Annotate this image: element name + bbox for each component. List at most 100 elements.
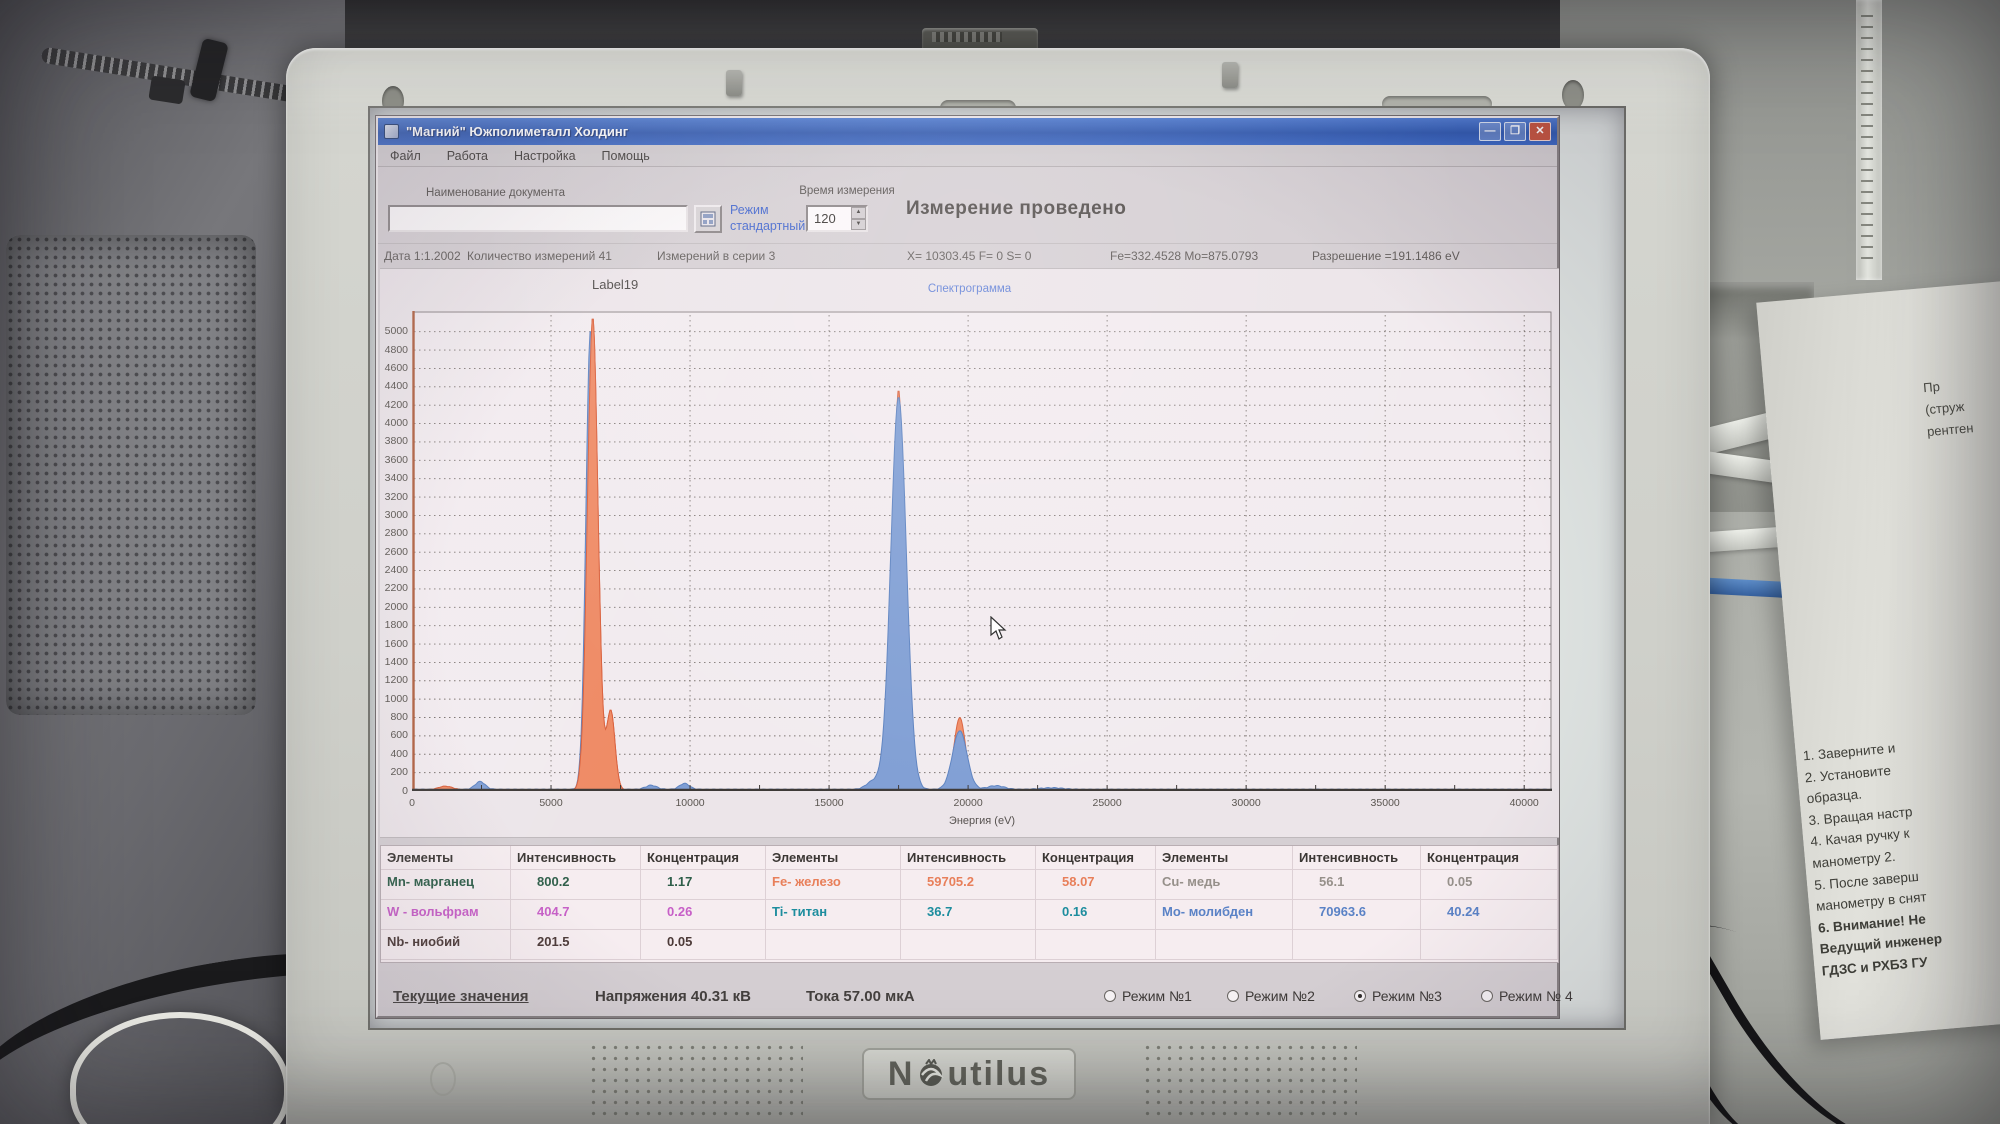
title-bar[interactable]: "Магний" Южполиметалл Холдинг — ❐ ✕ xyxy=(378,118,1557,145)
table-cell-intensity xyxy=(901,930,1036,960)
table-cell-intensity: 70963.6 xyxy=(1293,900,1421,930)
table-cell-el: Nb- ниобий xyxy=(381,930,511,960)
mode-radio-2[interactable]: Режим №2 xyxy=(1227,988,1315,1004)
document-name-input[interactable] xyxy=(388,205,688,232)
mode-button[interactable] xyxy=(694,205,722,233)
radio-icon[interactable] xyxy=(1481,990,1493,1002)
table-header: Концентрация xyxy=(1421,846,1558,870)
table-header: Концентрация xyxy=(641,846,766,870)
x-tick-label: 0 xyxy=(382,797,442,809)
photo-scene: Пр(стружрентген 1. Заверните и2. Установ… xyxy=(0,0,2000,1124)
y-tick-label: 1000 xyxy=(380,693,408,705)
zipper-slider xyxy=(148,75,185,104)
mode-radio-label: Режим №3 xyxy=(1372,988,1442,1004)
table-cell-conc: 58.07 xyxy=(1036,870,1156,900)
status-bar: Текущие значения Напряжения 40.31 кВ Ток… xyxy=(378,980,1557,1014)
lid-latch xyxy=(1222,62,1238,88)
mode-radio-4[interactable]: Режим № 4 xyxy=(1481,988,1573,1004)
table-cell-conc: 40.24 xyxy=(1421,900,1558,930)
radio-icon[interactable] xyxy=(1227,990,1239,1002)
y-tick-label: 2200 xyxy=(380,582,408,594)
measure-time-value: 120 xyxy=(808,207,851,230)
y-tick-label: 4200 xyxy=(380,399,408,411)
mode-radio-label: Режим № 4 xyxy=(1499,988,1573,1004)
sheet-fragment-text: Пр(стружрентген xyxy=(1922,367,2000,443)
menu-item-1[interactable]: Работа xyxy=(447,149,488,163)
y-tick-label: 4800 xyxy=(380,344,408,356)
app-window: "Магний" Южполиметалл Холдинг — ❐ ✕ Файл… xyxy=(376,116,1559,1018)
table-cell-el xyxy=(766,930,901,960)
y-tick-label: 2400 xyxy=(380,564,408,576)
y-tick-label: 200 xyxy=(380,766,408,778)
menu-item-2[interactable]: Настройка xyxy=(514,149,576,163)
table-header: Концентрация xyxy=(1036,846,1156,870)
y-tick-label: 3600 xyxy=(380,454,408,466)
mode-standard-label: Режим стандартный xyxy=(730,203,805,234)
close-button[interactable]: ✕ xyxy=(1529,122,1551,141)
y-tick-label: 1400 xyxy=(380,656,408,668)
table-header: Элементы xyxy=(766,846,901,870)
mode-radio-3[interactable]: Режим №3 xyxy=(1354,988,1442,1004)
table-cell-conc: 1.17 xyxy=(641,870,766,900)
x-tick-label: 10000 xyxy=(660,797,720,809)
info-item: X= 10303.45 F= 0 S= 0 xyxy=(907,249,1031,263)
mode-radio-label: Режим №1 xyxy=(1122,988,1192,1004)
spectrum-red-fe-region xyxy=(412,319,1552,791)
y-tick-label: 3800 xyxy=(380,435,408,447)
y-tick-label: 1200 xyxy=(380,674,408,686)
spin-down-icon[interactable]: ▼ xyxy=(851,219,866,231)
table-cell-intensity: 800.2 xyxy=(511,870,641,900)
y-tick-label: 3400 xyxy=(380,472,408,484)
y-tick-label: 4400 xyxy=(380,380,408,392)
info-item: Количество измерений 41 xyxy=(467,249,612,263)
y-tick-label: 2800 xyxy=(380,527,408,539)
minimize-button[interactable]: — xyxy=(1479,122,1501,141)
table-cell-el: W - вольфрам xyxy=(381,900,511,930)
table-cell-intensity: 404.7 xyxy=(511,900,641,930)
voltage-value: Напряжения 40.31 кВ xyxy=(595,988,751,1005)
y-tick-label: 400 xyxy=(380,748,408,760)
measurement-status-text: Измерение проведено xyxy=(906,198,1126,220)
bag-mesh-pocket xyxy=(6,235,256,715)
toolbar: Наименование документа Режим стандартный… xyxy=(378,167,1557,243)
x-tick-label: 15000 xyxy=(799,797,859,809)
y-tick-label: 3200 xyxy=(380,491,408,503)
spectrogram-plot[interactable] xyxy=(412,311,1552,791)
y-tick-label: 1600 xyxy=(380,638,408,650)
table-header: Элементы xyxy=(1156,846,1293,870)
info-item: Fe=332.4528 Mo=875.0793 xyxy=(1110,249,1258,263)
current-values-label: Текущие значения xyxy=(393,988,529,1005)
table-cell-conc: 0.16 xyxy=(1036,900,1156,930)
y-tick-label: 800 xyxy=(380,711,408,723)
table-cell-conc xyxy=(1421,930,1558,960)
table-cell-el: Ti- титан xyxy=(766,900,901,930)
y-tick-label: 3000 xyxy=(380,509,408,521)
table-header: Интенсивность xyxy=(901,846,1036,870)
measure-time-stepper[interactable]: 120 ▲ ▼ xyxy=(806,205,868,232)
info-item: Дата 1:1.2002 xyxy=(384,249,461,263)
mode-radio-label: Режим №2 xyxy=(1245,988,1315,1004)
nautilus-logo-icon xyxy=(916,1059,946,1089)
table-cell-el xyxy=(1156,930,1293,960)
spin-up-icon[interactable]: ▲ xyxy=(851,207,866,219)
y-tick-label: 600 xyxy=(380,729,408,741)
restore-button[interactable]: ❐ xyxy=(1504,122,1526,141)
table-header: Интенсивность xyxy=(511,846,641,870)
radio-icon[interactable] xyxy=(1354,990,1366,1002)
speaker-grille-right xyxy=(1142,1042,1357,1122)
table-cell-el: Fe- железо xyxy=(766,870,901,900)
menu-item-0[interactable]: Файл xyxy=(390,149,421,163)
measure-time-label: Время измерения xyxy=(782,185,912,197)
menu-item-3[interactable]: Помощь xyxy=(602,149,650,163)
radio-icon[interactable] xyxy=(1104,990,1116,1002)
table-cell-conc: 0.05 xyxy=(641,930,766,960)
x-axis-title: Энергия (eV) xyxy=(380,815,1584,827)
y-tick-label: 4600 xyxy=(380,362,408,374)
mode-radio-1[interactable]: Режим №1 xyxy=(1104,988,1192,1004)
elements-table: ЭлементыИнтенсивностьКонцентрацияЭлемент… xyxy=(380,845,1559,963)
app-icon xyxy=(384,124,399,139)
current-value: Тока 57.00 мкА xyxy=(806,988,915,1005)
y-tick-label: 4000 xyxy=(380,417,408,429)
y-tick-label: 2000 xyxy=(380,601,408,613)
grid-icon xyxy=(700,211,716,227)
